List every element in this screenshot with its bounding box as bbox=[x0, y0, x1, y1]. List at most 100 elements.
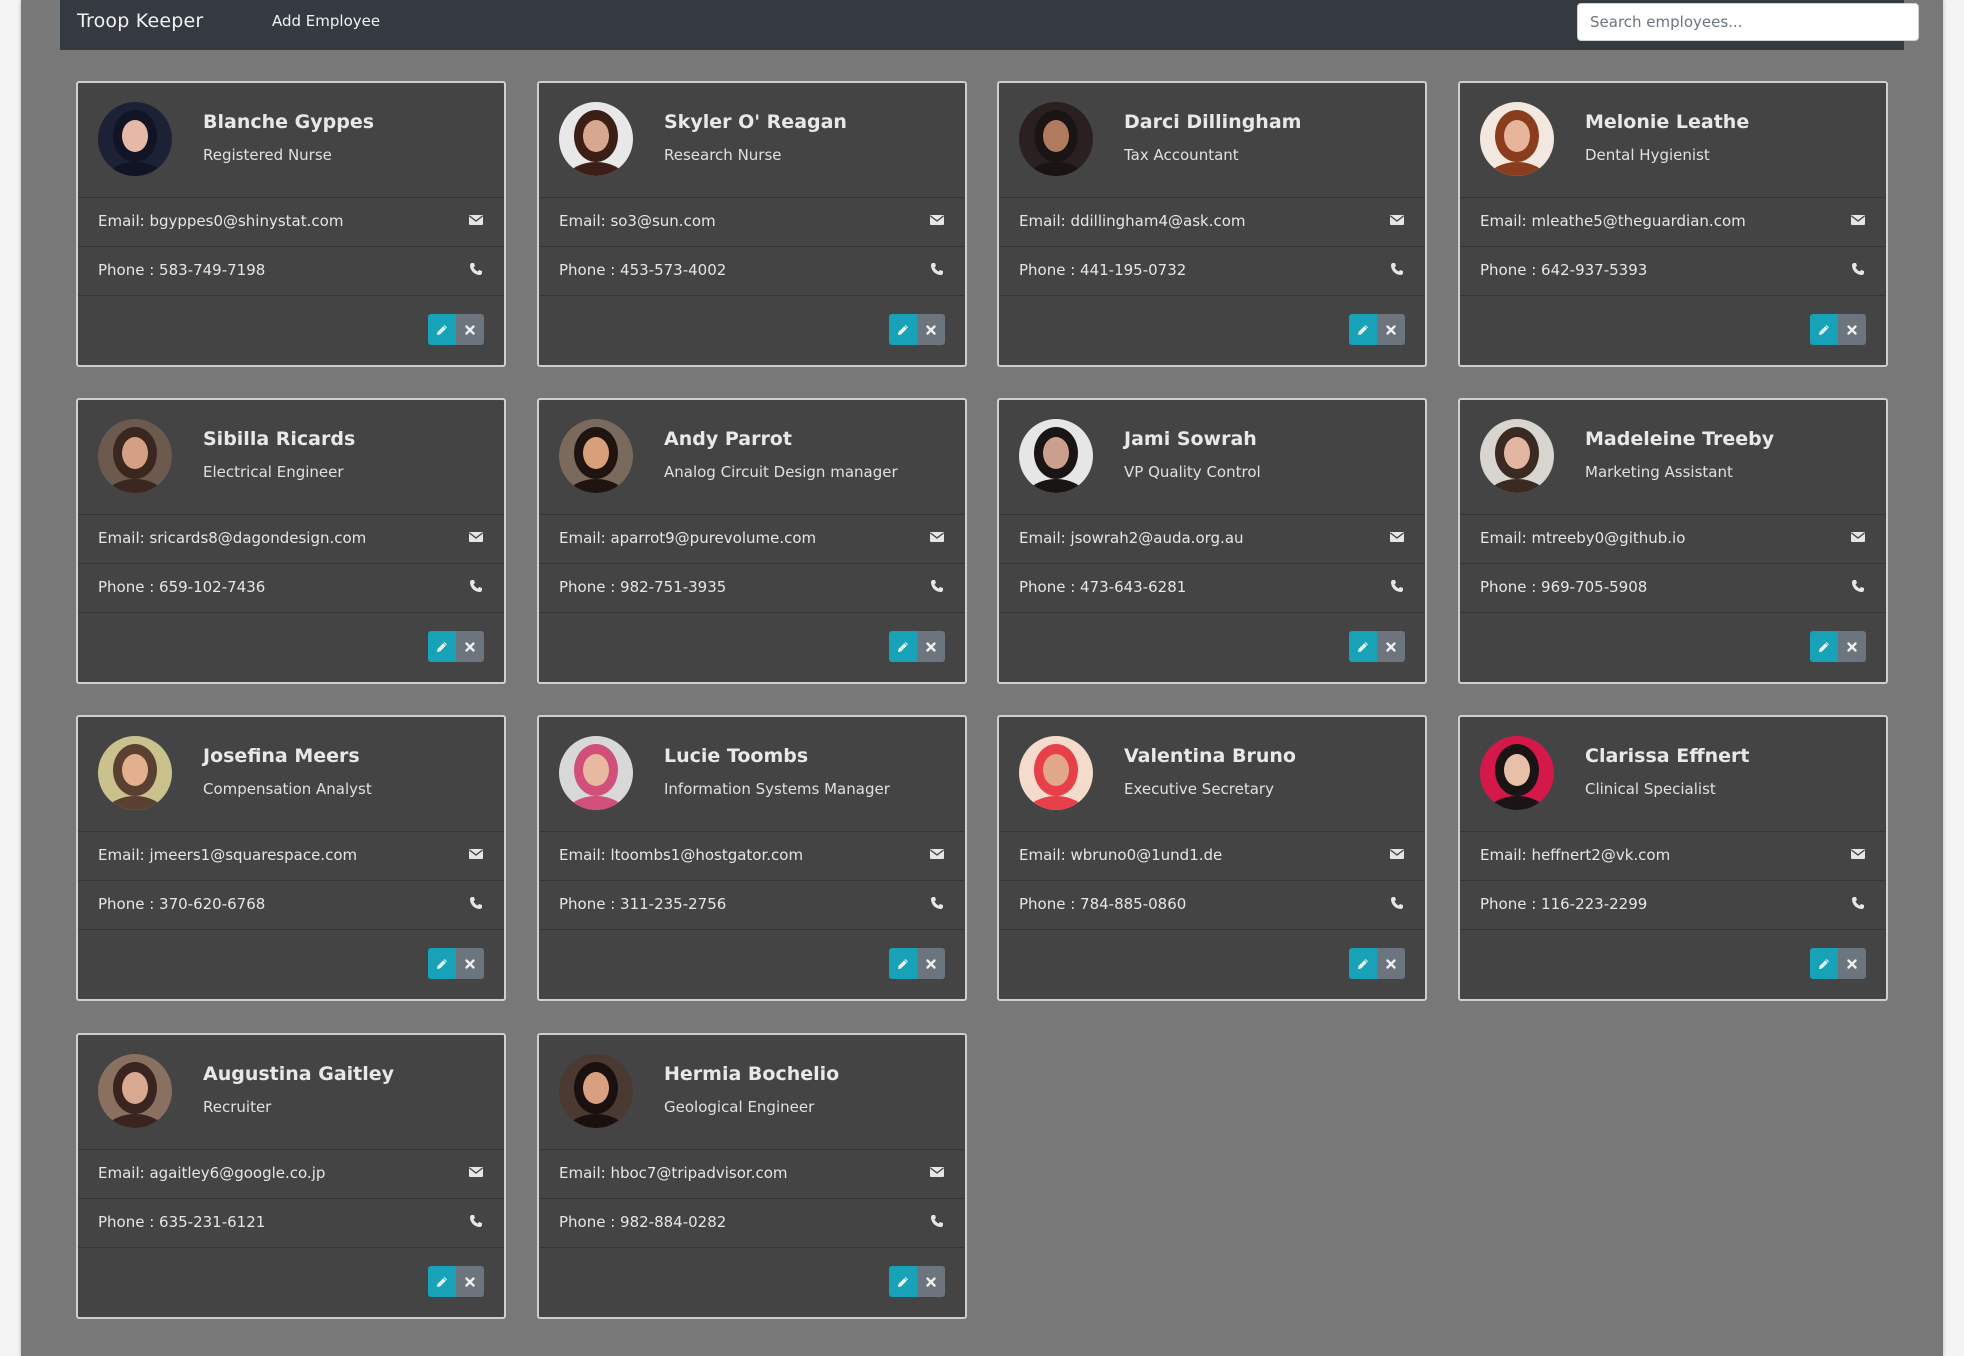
edit-button[interactable] bbox=[1810, 948, 1838, 979]
delete-button[interactable] bbox=[1377, 948, 1405, 979]
employee-name: Augustina Gaitley bbox=[203, 1063, 395, 1085]
phone-icon bbox=[1389, 261, 1405, 277]
phone-row: Phone : 982-751-3935 bbox=[539, 563, 965, 612]
phone-icon bbox=[929, 578, 945, 594]
employee-title: Recruiter bbox=[203, 1098, 272, 1116]
delete-button[interactable] bbox=[917, 314, 945, 345]
employee-email: Email: so3@sun.com bbox=[559, 212, 716, 230]
employee-card: Sibilla Ricards Electrical Engineer Emai… bbox=[76, 398, 506, 684]
close-icon bbox=[465, 1276, 475, 1287]
edit-button[interactable] bbox=[428, 1266, 456, 1297]
close-icon bbox=[1386, 958, 1396, 969]
card-header: Sibilla Ricards Electrical Engineer bbox=[78, 400, 504, 514]
avatar-image bbox=[559, 1054, 633, 1128]
avatar-image bbox=[98, 736, 172, 810]
employee-name: Josefina Meers bbox=[203, 745, 360, 767]
edit-button[interactable] bbox=[1810, 314, 1838, 345]
email-row: Email: bgyppes0@shinystat.com bbox=[78, 197, 504, 246]
phone-icon bbox=[468, 578, 484, 594]
edit-button[interactable] bbox=[889, 1266, 917, 1297]
edit-button[interactable] bbox=[1349, 948, 1377, 979]
pencil-icon bbox=[1358, 324, 1368, 335]
delete-button[interactable] bbox=[456, 1266, 484, 1297]
edit-button[interactable] bbox=[1810, 631, 1838, 662]
phone-row: Phone : 642-937-5393 bbox=[1460, 246, 1886, 295]
delete-button[interactable] bbox=[917, 1266, 945, 1297]
envelope-icon bbox=[929, 846, 945, 862]
card-header: Madeleine Treeby Marketing Assistant bbox=[1460, 400, 1886, 514]
envelope-icon bbox=[1850, 529, 1866, 545]
phone-icon bbox=[1850, 895, 1866, 911]
close-icon bbox=[465, 324, 475, 335]
search-input[interactable] bbox=[1577, 3, 1919, 41]
delete-button[interactable] bbox=[1838, 314, 1866, 345]
phone-icon bbox=[1389, 578, 1405, 594]
phone-row: Phone : 453-573-4002 bbox=[539, 246, 965, 295]
phone-row: Phone : 311-235-2756 bbox=[539, 880, 965, 929]
card-divider bbox=[539, 929, 965, 930]
delete-button[interactable] bbox=[1377, 631, 1405, 662]
close-icon bbox=[1386, 641, 1396, 652]
envelope-icon bbox=[929, 529, 945, 545]
card-actions bbox=[1349, 631, 1405, 662]
employee-card: Madeleine Treeby Marketing Assistant Ema… bbox=[1458, 398, 1888, 684]
card-header: Skyler O' Reagan Research Nurse bbox=[539, 83, 965, 197]
employee-email: Email: jsowrah2@auda.org.au bbox=[1019, 529, 1244, 547]
card-header: Darci Dillingham Tax Accountant bbox=[999, 83, 1425, 197]
delete-button[interactable] bbox=[917, 631, 945, 662]
employee-card: Darci Dillingham Tax Accountant Email: d… bbox=[997, 81, 1427, 367]
edit-button[interactable] bbox=[889, 631, 917, 662]
delete-button[interactable] bbox=[456, 631, 484, 662]
phone-row: Phone : 635-231-6121 bbox=[78, 1198, 504, 1247]
card-actions bbox=[889, 1266, 945, 1297]
delete-button[interactable] bbox=[1838, 948, 1866, 979]
pencil-icon bbox=[437, 1276, 447, 1287]
delete-button[interactable] bbox=[1838, 631, 1866, 662]
edit-button[interactable] bbox=[889, 948, 917, 979]
pencil-icon bbox=[437, 324, 447, 335]
card-divider bbox=[78, 612, 504, 613]
edit-button[interactable] bbox=[1349, 314, 1377, 345]
email-row: Email: so3@sun.com bbox=[539, 197, 965, 246]
delete-button[interactable] bbox=[1377, 314, 1405, 345]
employee-name: Blanche Gyppes bbox=[203, 111, 375, 133]
delete-button[interactable] bbox=[456, 948, 484, 979]
avatar-image bbox=[559, 736, 633, 810]
edit-button[interactable] bbox=[428, 948, 456, 979]
avatar bbox=[98, 419, 172, 493]
email-row: Email: heffnert2@vk.com bbox=[1460, 831, 1886, 880]
phone-icon bbox=[1850, 261, 1866, 277]
email-row: Email: hboc7@tripadvisor.com bbox=[539, 1149, 965, 1198]
card-actions bbox=[428, 631, 484, 662]
card-divider bbox=[1460, 929, 1886, 930]
employee-title: Analog Circuit Design manager bbox=[664, 463, 898, 481]
delete-button[interactable] bbox=[456, 314, 484, 345]
employee-phone: Phone : 659-102-7436 bbox=[98, 578, 266, 596]
employee-title: Compensation Analyst bbox=[203, 780, 372, 798]
employee-phone: Phone : 583-749-7198 bbox=[98, 261, 266, 279]
pencil-icon bbox=[898, 958, 908, 969]
employee-name: Skyler O' Reagan bbox=[664, 111, 847, 133]
card-actions bbox=[889, 314, 945, 345]
avatar bbox=[559, 736, 633, 810]
page-background: Troop Keeper Add Employee Blanche Gyppes… bbox=[21, 0, 1943, 1356]
phone-icon bbox=[929, 895, 945, 911]
edit-button[interactable] bbox=[428, 314, 456, 345]
pencil-icon bbox=[1358, 958, 1368, 969]
envelope-icon bbox=[468, 846, 484, 862]
pencil-icon bbox=[1819, 958, 1829, 969]
edit-button[interactable] bbox=[428, 631, 456, 662]
edit-button[interactable] bbox=[889, 314, 917, 345]
brand-link[interactable]: Troop Keeper bbox=[77, 10, 203, 32]
employee-title: Geological Engineer bbox=[664, 1098, 815, 1116]
card-header: Augustina Gaitley Recruiter bbox=[78, 1035, 504, 1149]
avatar-image bbox=[1480, 419, 1554, 493]
edit-button[interactable] bbox=[1349, 631, 1377, 662]
add-employee-link[interactable]: Add Employee bbox=[272, 12, 380, 30]
delete-button[interactable] bbox=[917, 948, 945, 979]
close-icon bbox=[926, 324, 936, 335]
envelope-icon bbox=[929, 212, 945, 228]
envelope-icon bbox=[1389, 529, 1405, 545]
phone-row: Phone : 659-102-7436 bbox=[78, 563, 504, 612]
card-header: Valentina Bruno Executive Secretary bbox=[999, 717, 1425, 831]
